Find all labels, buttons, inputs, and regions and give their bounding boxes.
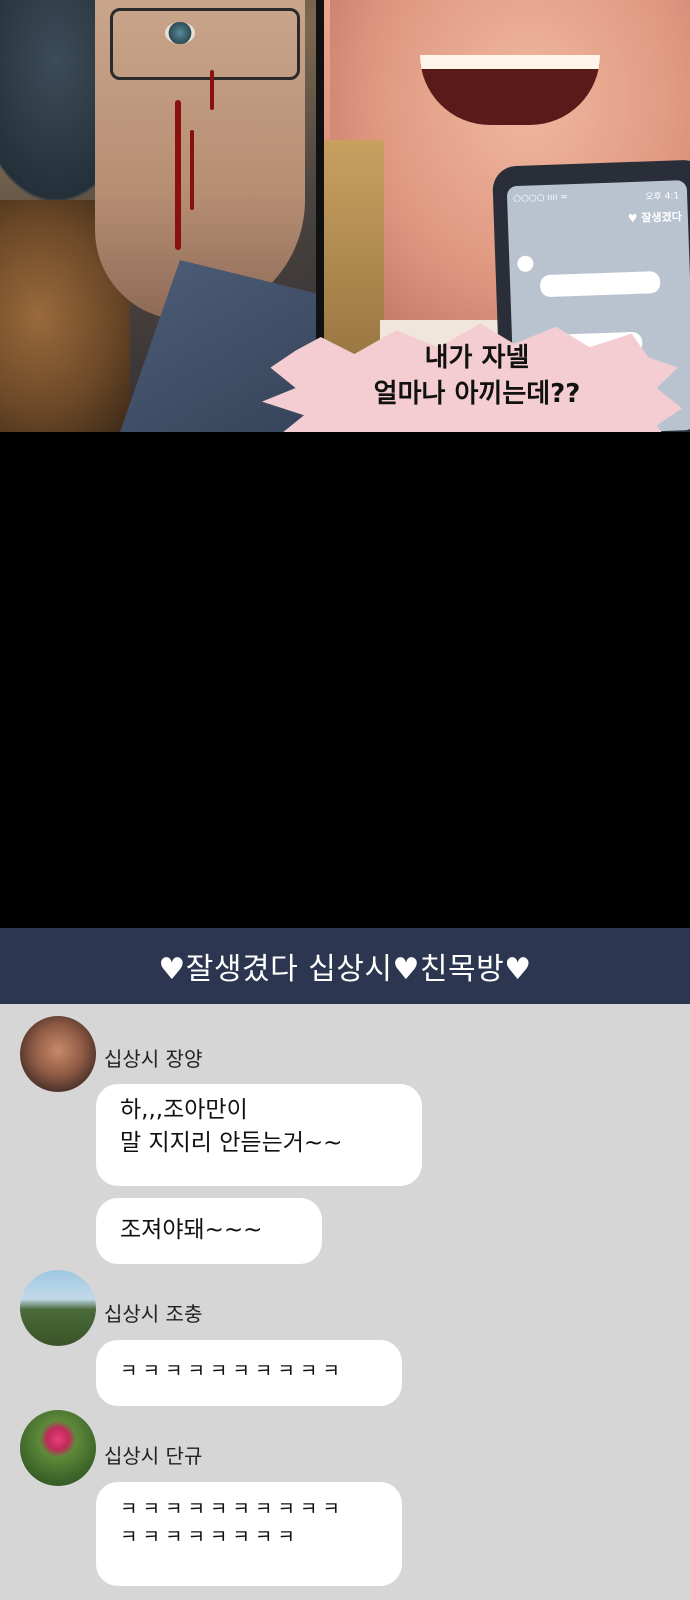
message-line: ㅋㅋㅋㅋㅋㅋㅋㅋㅋㅋ xyxy=(120,1498,345,1520)
avatar[interactable] xyxy=(20,1016,96,1092)
message-line: 하,,,조아만이 xyxy=(120,1097,248,1123)
phone-time: 오후 4:1 xyxy=(645,191,680,203)
sender-name: 십상시 장양 xyxy=(104,1047,203,1071)
sender-name: 십상시 조충 xyxy=(104,1302,203,1326)
phone-status-icons: ○○○○ ıııı ≈ xyxy=(512,192,568,205)
left-character-art xyxy=(0,0,320,432)
eye xyxy=(165,22,195,44)
phone-status-bar: ○○○○ ıııı ≈ 오후 4:1 xyxy=(513,188,683,206)
speech-line: 얼마나 아끼는데?? xyxy=(373,379,581,410)
message-line: ㅋㅋㅋㅋㅋㅋㅋㅋ xyxy=(120,1525,300,1548)
message-line: 말 지지리 안듣는거~~ xyxy=(120,1130,343,1157)
phone-chat-title: ♥ 잘생겼다 xyxy=(627,210,683,226)
message-line: 조져야돼~~~ xyxy=(120,1217,263,1243)
chat-bubble[interactable]: 하,,,조아만이 말 지지리 안듣는거~~ xyxy=(96,1084,422,1186)
speech-line: 내가 자넬 xyxy=(424,343,530,373)
phone-avatar xyxy=(517,255,534,273)
blood-streak xyxy=(175,100,181,250)
phone-chat-bubble xyxy=(539,271,661,298)
message-line: ㅋㅋㅋㅋㅋㅋㅋㅋㅋㅋ xyxy=(120,1360,345,1382)
glasses xyxy=(110,8,300,80)
sender-name: 십상시 단규 xyxy=(104,1444,203,1468)
avatar[interactable] xyxy=(20,1410,96,1486)
chat-room-title: ♥잘생겼다 십상시♥친목방♥ xyxy=(158,952,532,987)
blood-streak xyxy=(210,70,214,110)
blood-streak xyxy=(190,130,194,210)
avatar[interactable] xyxy=(20,1270,96,1346)
speech-bubble-text: 내가 자넬 얼마나 아끼는데?? xyxy=(272,340,682,413)
chat-bubble[interactable]: ㅋㅋㅋㅋㅋㅋㅋㅋㅋㅋ xyxy=(96,1340,402,1406)
panel-gutter xyxy=(0,432,690,928)
chat-bubble[interactable]: ㅋㅋㅋㅋㅋㅋㅋㅋㅋㅋ ㅋㅋㅋㅋㅋㅋㅋㅋ xyxy=(96,1482,402,1586)
chat-header: ♥잘생겼다 십상시♥친목방♥ xyxy=(0,928,690,1004)
chat-bubble[interactable]: 조져야돼~~~ xyxy=(96,1198,322,1264)
